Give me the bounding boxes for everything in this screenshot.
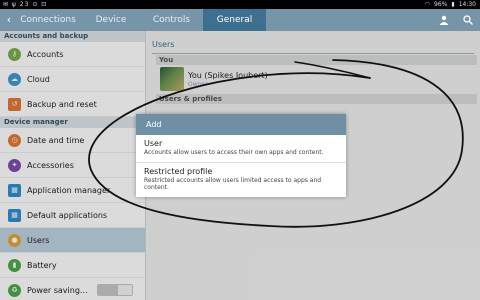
add-user-icon[interactable] [432,9,456,31]
option-restricted-profile[interactable]: Restricted profile Restricted accounts a… [136,163,346,191]
tab-bar: ‹ Connections Device Controls General [0,9,480,31]
status-bar: ✉ ψ 23 ⊙ ⊡ ◠ 96% ▮ 14:30 [0,0,480,9]
tab-general[interactable]: General [203,9,266,31]
dialog-title: Add [136,114,346,135]
add-user-dialog: Add User Accounts allow users to access … [136,114,346,197]
status-right: ◠ 96% ▮ 14:30 [425,0,476,9]
option-description: Restricted accounts allow users limited … [144,177,322,191]
option-user[interactable]: User Accounts allow users to access thei… [136,135,346,163]
battery-icon: ▮ [451,1,455,8]
tab-connections[interactable]: Connections [14,9,82,31]
tab-controls[interactable]: Controls [140,9,203,31]
clock: 14:30 [458,1,476,8]
wifi-icon: ◠ [424,1,431,8]
battery-percent: 96% [434,1,448,8]
option-description: Accounts allow users to access their own… [144,149,324,156]
tab-device[interactable]: Device [82,9,140,31]
toolbar-actions [432,9,480,31]
option-title: Restricted profile [144,167,213,176]
status-icons: ✉ ψ 23 ⊙ ⊡ [3,1,48,8]
option-title: User [144,139,163,148]
search-icon[interactable] [456,9,480,31]
